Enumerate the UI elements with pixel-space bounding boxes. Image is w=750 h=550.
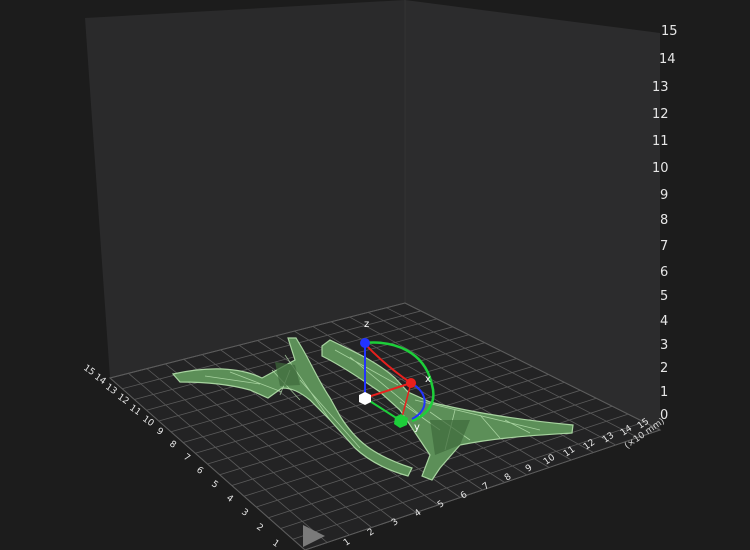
z-tick: 1 xyxy=(660,385,668,400)
3d-viewport[interactable]: 0 1 2 3 4 5 6 7 8 9 10 11 12 13 14 15 1 … xyxy=(0,0,750,550)
z-tick: 10 xyxy=(652,161,669,176)
y-axis-label: y xyxy=(414,422,420,433)
y-tick: 3 xyxy=(239,507,249,518)
y-tick: 2 xyxy=(254,522,264,533)
y-tick: 8 xyxy=(167,439,178,451)
y-tick: 14 xyxy=(92,372,107,387)
z-tick: 13 xyxy=(652,80,669,95)
y-tick: 7 xyxy=(181,452,191,463)
z-tick: 6 xyxy=(660,265,668,280)
y-tick: 6 xyxy=(194,465,205,477)
z-tick: 11 xyxy=(652,134,669,149)
x-handle-knob[interactable] xyxy=(406,378,416,388)
y-tick: 13 xyxy=(103,382,118,397)
z-handle-knob[interactable] xyxy=(360,338,370,348)
z-tick: 3 xyxy=(660,338,668,353)
z-tick: 9 xyxy=(660,188,668,203)
x-axis-label: x xyxy=(425,374,431,385)
z-axis-label: z xyxy=(364,319,369,330)
z-tick: 2 xyxy=(660,361,668,376)
y-tick: 4 xyxy=(224,493,235,505)
z-tick: 15 xyxy=(661,24,678,39)
x-tick: 2 xyxy=(366,527,376,538)
z-tick: 14 xyxy=(659,52,676,67)
z-tick: 7 xyxy=(660,239,668,254)
y-tick: 1 xyxy=(270,538,280,549)
z-tick: 8 xyxy=(660,213,668,228)
y-tick: 11 xyxy=(127,403,142,418)
y-tick: 5 xyxy=(209,479,219,490)
y-tick: 15 xyxy=(81,363,96,378)
z-tick: 4 xyxy=(660,314,668,329)
x-tick: 1 xyxy=(342,537,352,548)
z-tick: 12 xyxy=(652,107,669,122)
y-tick: 9 xyxy=(154,426,165,438)
z-tick: 5 xyxy=(660,289,668,304)
